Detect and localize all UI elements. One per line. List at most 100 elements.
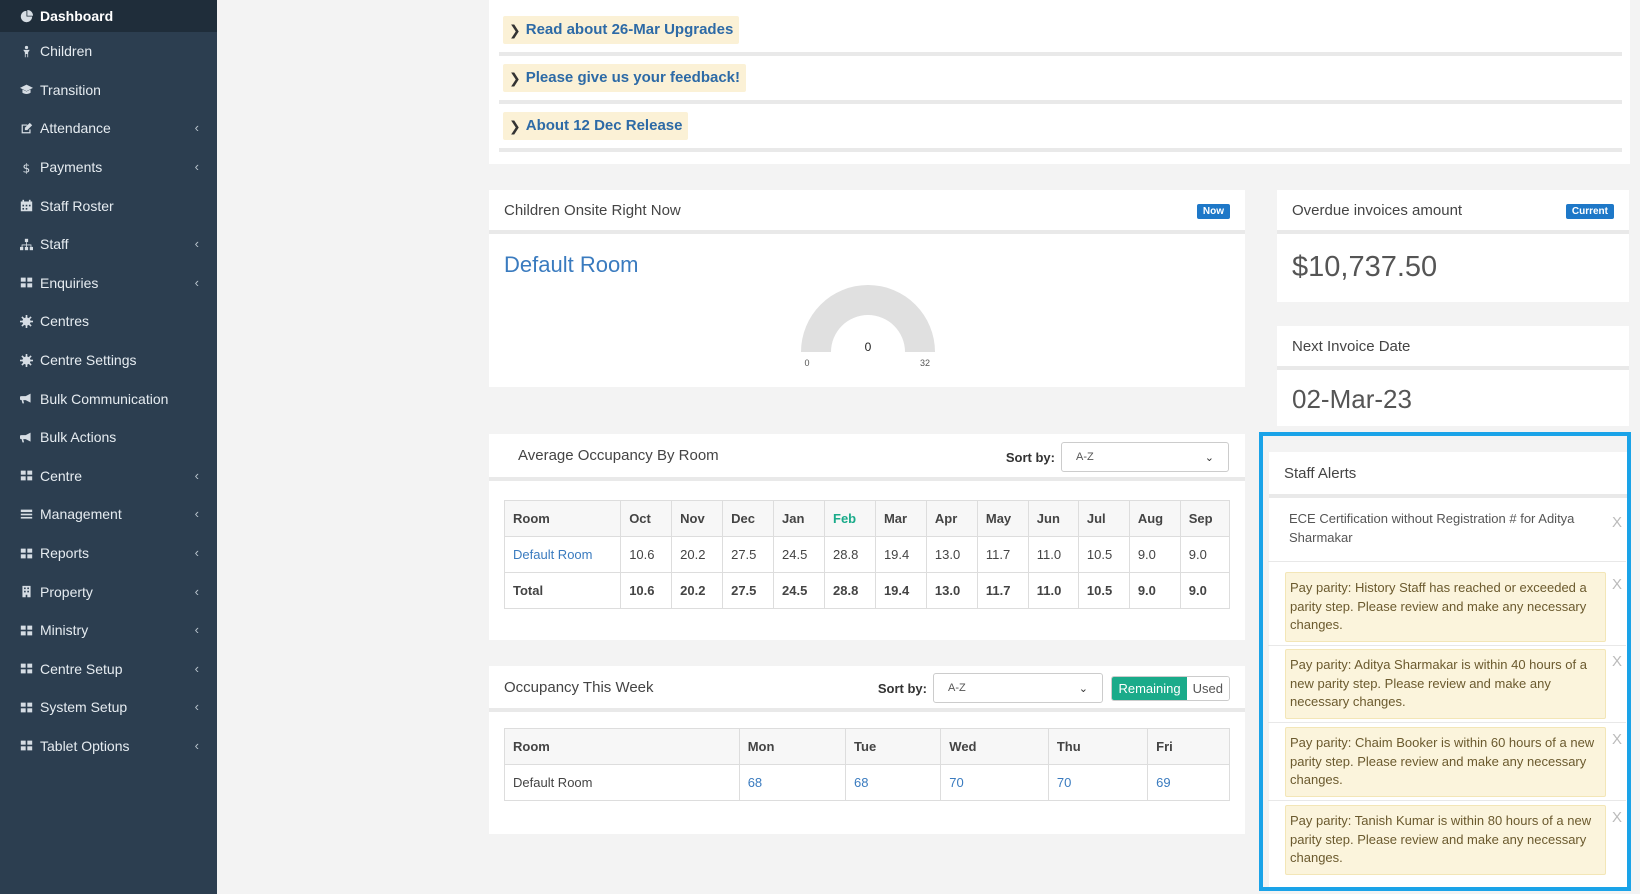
calendar-icon	[18, 198, 34, 214]
column-header: Jan	[773, 500, 825, 537]
chevron-left-icon: ‹	[194, 583, 199, 599]
sort-select[interactable]: A-Z ⌄	[933, 673, 1103, 703]
sidebar-item-label: Enquiries	[40, 274, 99, 291]
column-header: Wed	[940, 728, 1049, 765]
chevron-left-icon: ‹	[194, 158, 199, 174]
next-invoice-panel: Next Invoice Date 02-Mar-23	[1277, 326, 1629, 426]
close-alert-icon[interactable]: X	[1612, 576, 1622, 593]
panel-header: Occupancy This Week Sort by: A-Z ⌄ Remain…	[489, 666, 1245, 712]
sidebar-item-tablet-options[interactable]: Tablet Options ‹	[0, 727, 217, 766]
grid-icon	[18, 699, 34, 715]
sidebar-item-system-setup[interactable]: System Setup ‹	[0, 688, 217, 727]
sidebar-item-management[interactable]: Management ‹	[0, 495, 217, 534]
sidebar-item-label: Children	[40, 43, 93, 60]
sidebar-item-reports[interactable]: Reports ‹	[0, 534, 217, 573]
announcement-label: Read about 26-Mar Upgrades	[525, 21, 734, 38]
table-cell: 10.5	[1077, 572, 1130, 609]
alert-divider	[1268, 800, 1626, 801]
table-cell: 28.8	[824, 572, 876, 609]
staff-alert-item: Pay parity: History Staff has reached or…	[1285, 572, 1606, 642]
announcement-link-feedback[interactable]: ❯ Please give us your feedback!	[503, 64, 746, 92]
announcement-link-upgrades[interactable]: ❯ Read about 26-Mar Upgrades	[503, 16, 740, 44]
column-header: Apr	[925, 500, 978, 537]
sidebar-item-attendance[interactable]: Attendance ‹	[0, 109, 217, 148]
sort-label: Sort by:	[877, 680, 927, 696]
sidebar-item-children[interactable]: Children	[0, 32, 217, 71]
sidebar-item-label: Centre Setup	[40, 660, 123, 677]
announcements-panel: ❯ Read about 26-Mar Upgrades ❯ Please give…	[489, 0, 1630, 164]
table-cell: 20.2	[671, 536, 724, 573]
sidebar-item-label: Centre	[40, 467, 83, 484]
close-alert-icon[interactable]: X	[1612, 731, 1622, 748]
table-cell[interactable]: Default Room	[503, 536, 622, 573]
column-header: Feb	[824, 500, 876, 537]
column-header: Sep	[1179, 500, 1231, 537]
sidebar-item-centre-settings[interactable]: Centre Settings	[0, 341, 217, 380]
table-cell[interactable]: 68	[845, 764, 942, 801]
svg-text:$: $	[22, 161, 30, 174]
grid-icon	[18, 545, 34, 561]
grid-icon	[18, 738, 34, 754]
announcement-row: ❯ Please give us your feedback!	[499, 56, 1622, 104]
sidebar-item-centre[interactable]: Centre ‹	[0, 457, 217, 496]
table-cell: 13.0	[925, 572, 978, 609]
close-alert-icon[interactable]: X	[1612, 653, 1622, 670]
close-alert-icon[interactable]: X	[1612, 809, 1622, 826]
sidebar-item-bulk-actions[interactable]: Bulk Actions	[0, 418, 217, 457]
panel-title: Overdue invoices amount	[1292, 201, 1463, 219]
edit-icon	[18, 120, 34, 136]
column-header: Jul	[1077, 500, 1130, 537]
chevron-left-icon: ‹	[194, 506, 199, 522]
panel-header: Overdue invoices amount Current	[1277, 190, 1629, 234]
sidebar-item-transition[interactable]: Transition	[0, 71, 217, 110]
table-cell[interactable]: 70	[1047, 764, 1149, 801]
sidebar-item-payments[interactable]: $ Payments ‹	[0, 148, 217, 187]
sidebar-item-staff-roster[interactable]: Staff Roster	[0, 186, 217, 225]
column-header: Nov	[671, 500, 724, 537]
announcement-row: ❯ About 12 Dec Release	[499, 104, 1622, 152]
column-header: Oct	[620, 500, 673, 537]
occupancy-week-panel: Occupancy This Week Sort by: A-Z ⌄ Remain…	[489, 666, 1245, 834]
chevron-left-icon: ‹	[194, 699, 199, 715]
sidebar-item-label: Transition	[40, 81, 101, 98]
sidebar-item-enquiries[interactable]: Enquiries ‹	[0, 264, 217, 303]
announcement-link-release[interactable]: ❯ About 12 Dec Release	[503, 112, 689, 140]
table-cell: 9.0	[1128, 536, 1181, 573]
sort-label: Sort by:	[1005, 449, 1055, 465]
sidebar-item-label: Staff	[40, 236, 69, 253]
table-cell: 10.5	[1077, 536, 1130, 573]
table-cell: 19.4	[874, 572, 927, 609]
chevron-down-icon: ⌄	[1078, 682, 1088, 695]
table-row: Total 10.6 20.2 27.5 24.5 28.8 19.4 13.0 11.7 11.…	[503, 572, 1231, 609]
bullhorn-icon	[18, 429, 34, 445]
sort-select[interactable]: A-Z ⌄	[1061, 442, 1229, 472]
table-cell[interactable]: 68	[738, 764, 847, 801]
sidebar-item-ministry[interactable]: Ministry ‹	[0, 611, 217, 650]
table-cell: 10.6	[620, 572, 673, 609]
column-header: Thu	[1047, 728, 1149, 765]
table-cell: 20.2	[671, 572, 724, 609]
table-cell[interactable]: 69	[1147, 764, 1230, 801]
sitemap-icon	[18, 236, 34, 252]
sidebar-item-label: Reports	[40, 545, 90, 562]
sidebar-item-centres[interactable]: Centres	[0, 302, 217, 341]
occupancy-gauge: 0 0 32	[801, 285, 935, 368]
room-link[interactable]: Default Room	[504, 252, 639, 278]
used-toggle[interactable]: Used	[1186, 677, 1229, 700]
sort-control: Sort by: A-Z ⌄	[1006, 442, 1229, 472]
staff-alert-item: Pay parity: Tanish Kumar is within 80 ho…	[1285, 805, 1606, 875]
sidebar-item-label: Management	[40, 506, 122, 523]
chevron-down-icon: ⌄	[1204, 451, 1214, 464]
sidebar-item-staff[interactable]: Staff ‹	[0, 225, 217, 264]
table-row: Default Room 68 68 70 70 69	[504, 764, 1230, 801]
sidebar-item-bulk-communication[interactable]: Bulk Communication	[0, 379, 217, 418]
sidebar-item-label: Ministry	[40, 622, 89, 639]
sidebar-item-dashboard[interactable]: Dashboard	[0, 0, 217, 32]
table-cell[interactable]: 70	[940, 764, 1049, 801]
table-cell: 19.4	[874, 536, 927, 573]
sidebar-item-label: Property	[40, 583, 93, 600]
sidebar-item-property[interactable]: Property ‹	[0, 572, 217, 611]
sidebar-item-centre-setup[interactable]: Centre Setup ‹	[0, 650, 217, 689]
remaining-toggle[interactable]: Remaining	[1112, 677, 1187, 700]
close-alert-icon[interactable]: X	[1612, 514, 1622, 531]
